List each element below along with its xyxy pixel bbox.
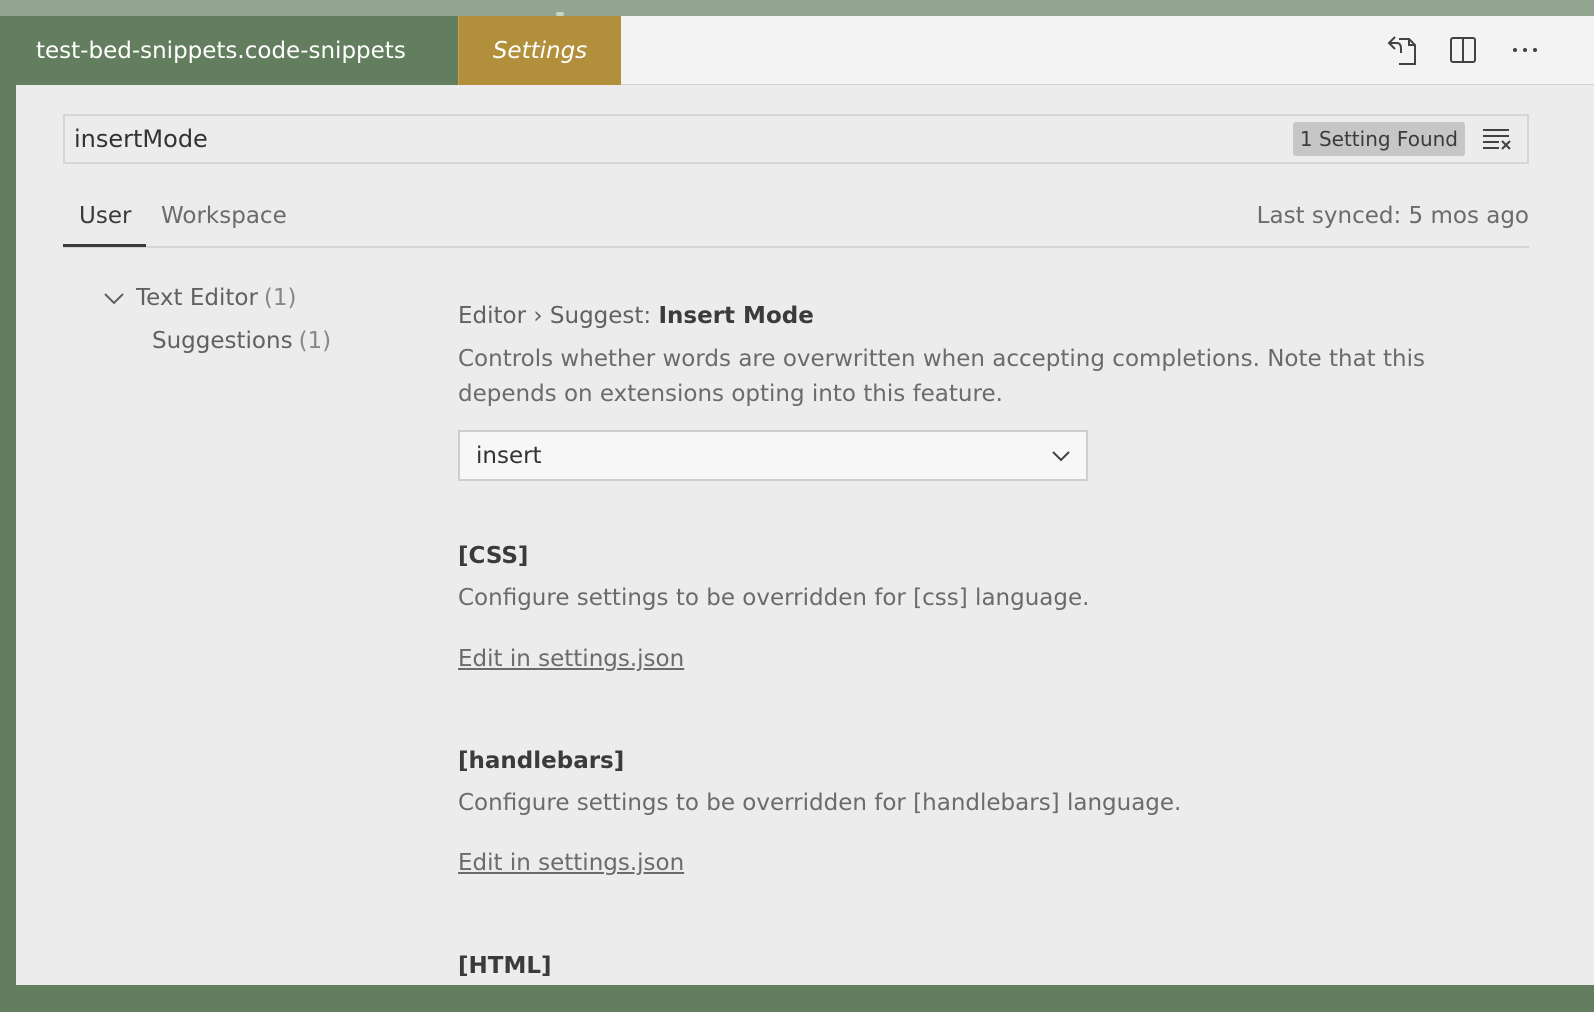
settings-scope-tabs: User Workspace Last synced: 5 mos ago [63,189,1529,248]
active-tab-indicator [63,244,146,247]
override-handlebars-description-wrap: Configure settings to be overridden for … [458,790,1181,816]
window-bottom-strip [0,985,1594,1012]
toc-item-text-editor[interactable]: Text Editor (1) [102,285,297,311]
tab-bar-empty-area [621,16,1594,85]
window-top-strip [0,0,1594,16]
split-editor-icon [1450,37,1476,63]
toc-item-suggestions[interactable]: Suggestions (1) [152,328,331,354]
setting-insert-mode: Editor › Suggest: Insert Mode [458,303,814,329]
clear-search-icon [1483,129,1511,150]
tab-user[interactable]: User [79,203,131,229]
tab-file-label: test-bed-snippets.code-snippets [36,37,406,64]
override-css: [CSS] [458,543,528,569]
last-synced-label: Last synced: 5 mos ago [1256,203,1529,229]
override-css-description: Configure settings to be overridden for … [458,585,1090,611]
tab-settings-label: Settings [492,37,588,64]
override-html-title: [HTML] [458,953,552,979]
insert-mode-dropdown[interactable]: insert [458,430,1088,481]
toc-text-editor-label: Text Editor [136,285,258,311]
more-actions-icon [1513,48,1537,52]
setting-name: Insert Mode [658,303,814,329]
tab-settings[interactable]: Settings [458,16,621,85]
override-handlebars: [handlebars] [458,748,624,774]
toc-text-editor-count: (1) [263,285,297,311]
settings-search-input[interactable] [65,116,1293,162]
edit-in-settings-json-link[interactable]: Edit in settings.json [458,646,684,672]
tab-code-snippets-file[interactable]: test-bed-snippets.code-snippets [0,16,458,85]
edit-in-settings-json-link[interactable]: Edit in settings.json [458,850,684,876]
override-handlebars-description: Configure settings to be overridden for … [458,790,1182,816]
override-css-link-wrap: Edit in settings.json [458,646,684,672]
more-actions-button[interactable] [1506,31,1544,69]
dropdown-selected-value: insert [476,442,542,469]
tab-workspace[interactable]: Workspace [161,203,287,229]
open-settings-json-button[interactable] [1383,31,1421,69]
override-html: [HTML] [458,953,552,979]
toc-suggestions-label: Suggestions [152,328,293,354]
override-handlebars-link-wrap: Edit in settings.json [458,850,684,876]
toc-suggestions-count: (1) [298,328,332,354]
split-editor-button[interactable] [1444,31,1482,69]
override-css-title: [CSS] [458,543,529,569]
setting-description-line-1: Controls whether words are overwritten w… [458,346,1425,372]
settings-search-box: 1 Setting Found [63,114,1529,164]
dropdown-chevron [1036,445,1086,467]
editor-tab-bar: test-bed-snippets.code-snippets Settings [0,16,1594,85]
setting-category: Editor › Suggest: [458,303,659,329]
chevron-down-icon [104,293,124,305]
clear-search-button[interactable] [1477,119,1517,159]
results-count-badge: 1 Setting Found [1292,122,1465,156]
override-handlebars-title: [handlebars] [458,748,625,774]
setting-description-line-2: depends on extensions opting into this f… [458,381,1003,407]
settings-editor: 1 Setting Found User Workspace Last sync… [16,85,1594,985]
setting-title: Editor › Suggest: Insert Mode [458,303,814,329]
override-css-description-wrap: Configure settings to be overridden for … [458,585,1089,611]
setting-description: Controls whether words are overwritten w… [458,342,1425,412]
open-settings-json-icon [1387,36,1416,65]
chevron-down-icon [1052,450,1070,461]
